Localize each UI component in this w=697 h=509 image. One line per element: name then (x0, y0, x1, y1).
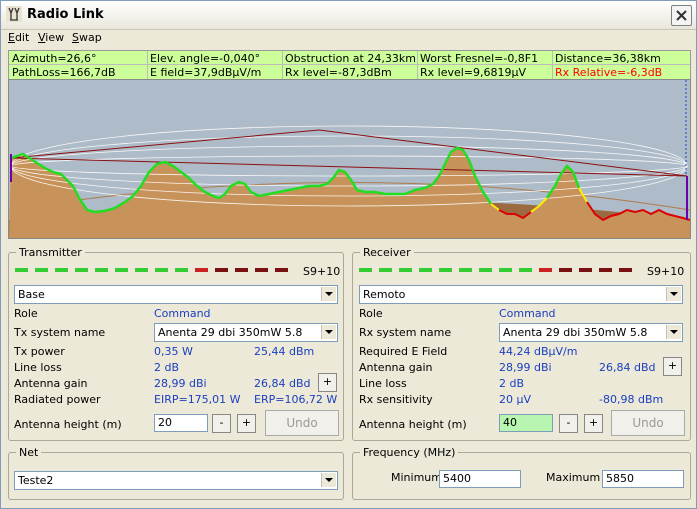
tx-undo-button[interactable]: Undo (265, 410, 339, 436)
meter-segment (115, 268, 128, 272)
meter-segment (155, 268, 168, 272)
meter-segment (559, 268, 572, 272)
meter-segment (419, 268, 432, 272)
frequency-max-input[interactable]: 5850 (602, 470, 684, 488)
tx-role-value: Command (154, 307, 211, 320)
close-icon (676, 10, 687, 21)
meter-segment (499, 268, 512, 272)
rx-meter-value: S9+10 (647, 265, 685, 278)
meter-segment (255, 268, 268, 272)
meter-segment (599, 268, 612, 272)
frequency-group: Frequency (MHz) Minimum 5400 Maximum 585… (352, 446, 691, 500)
menu-edit-rest: dit (14, 31, 30, 44)
terrain-profile-view[interactable] (8, 79, 691, 239)
rx-level-dbm: Rx level=-87,3dBm (285, 66, 392, 79)
azimuth: Azimuth=26,6° (12, 52, 97, 65)
chevron-down-icon[interactable] (321, 325, 336, 339)
meter-segment (439, 268, 452, 272)
radio-link-window: Radio Link Edit View Swap Azimuth=26,6° … (0, 0, 697, 509)
antenna-icon (6, 6, 22, 22)
rx-station-select[interactable]: Remoto (359, 285, 683, 304)
rx-height-plus-button[interactable]: + (584, 414, 603, 433)
chevron-down-icon[interactable] (666, 287, 681, 301)
menu-bar: Edit View Swap (1, 29, 696, 47)
tx-meter-value: S9+10 (303, 265, 341, 278)
rx-role-value: Command (499, 307, 556, 320)
chevron-down-icon[interactable] (666, 325, 681, 339)
rx-system-select[interactable]: Anenta 29 dbi 350mW 5.8 (499, 323, 683, 342)
distance: Distance=36,38km (555, 52, 661, 65)
elevation-angle: Elev. angle=-0,040° (150, 52, 261, 65)
net-select[interactable]: Teste2 (14, 471, 338, 490)
window-title: Radio Link (27, 7, 104, 22)
path-loss: PathLoss=166,7dB (12, 66, 116, 79)
meter-segment (175, 268, 188, 272)
link-info-panel: Azimuth=26,6° Elev. angle=-0,040° Obstru… (8, 50, 691, 80)
close-button[interactable] (671, 5, 692, 26)
tx-signal-meter (15, 264, 295, 276)
meter-segment (235, 268, 248, 272)
terrain-profile-graphic (9, 80, 690, 238)
meter-segment (135, 268, 148, 272)
rx-gain-plus-button[interactable]: + (663, 357, 682, 376)
meter-segment (579, 268, 592, 272)
frequency-min-input[interactable]: 5400 (439, 470, 521, 488)
e-field: E field=37,9dBμV/m (150, 66, 262, 79)
menu-swap[interactable]: Swap (72, 31, 102, 44)
tx-system-select[interactable]: Anenta 29 dbi 350mW 5.8 (154, 323, 338, 342)
meter-segment (619, 268, 632, 272)
net-group: Net Teste2 (8, 446, 344, 500)
meter-segment (35, 268, 48, 272)
chevron-down-icon[interactable] (321, 287, 336, 301)
obstruction: Obstruction at 24,33km (285, 52, 416, 65)
meter-segment (459, 268, 472, 272)
rx-antenna-height-input[interactable]: 40 (499, 414, 553, 432)
meter-segment (15, 268, 28, 272)
rx-signal-meter (359, 264, 639, 276)
meter-segment (275, 268, 288, 272)
meter-segment (55, 268, 68, 272)
transmitter-title: Transmitter (16, 246, 85, 259)
rx-relative: Rx Relative=-6,3dB (555, 66, 663, 79)
meter-segment (399, 268, 412, 272)
tx-height-plus-button[interactable]: + (237, 414, 256, 433)
tx-gain-plus-button[interactable]: + (318, 373, 337, 392)
meter-segment (95, 268, 108, 272)
meter-segment (379, 268, 392, 272)
transmitter-group: Transmitter S9+10 Base Role Command Tx s… (8, 246, 344, 441)
receiver-title: Receiver (360, 246, 414, 259)
rx-level-uv: Rx level=9,6819μV (420, 66, 527, 79)
meter-segment (519, 268, 532, 272)
tx-station-select[interactable]: Base (14, 285, 338, 304)
title-bar: Radio Link (1, 1, 696, 30)
meter-segment (215, 268, 228, 272)
rx-undo-button[interactable]: Undo (611, 410, 685, 436)
meter-segment (479, 268, 492, 272)
meter-segment (539, 268, 552, 272)
menu-view[interactable]: View (38, 31, 64, 44)
chevron-down-icon[interactable] (321, 473, 336, 487)
tx-height-minus-button[interactable]: - (212, 414, 231, 433)
meter-segment (195, 268, 208, 272)
worst-fresnel: Worst Fresnel=-0,8F1 (420, 52, 539, 65)
meter-segment (359, 268, 372, 272)
receiver-group: Receiver S9+10 Remoto Role Command Rx sy… (352, 246, 691, 441)
meter-segment (75, 268, 88, 272)
menu-edit[interactable]: Edit (8, 31, 29, 44)
rx-height-minus-button[interactable]: - (559, 414, 578, 433)
tx-antenna-height-input[interactable]: 20 (154, 414, 208, 432)
